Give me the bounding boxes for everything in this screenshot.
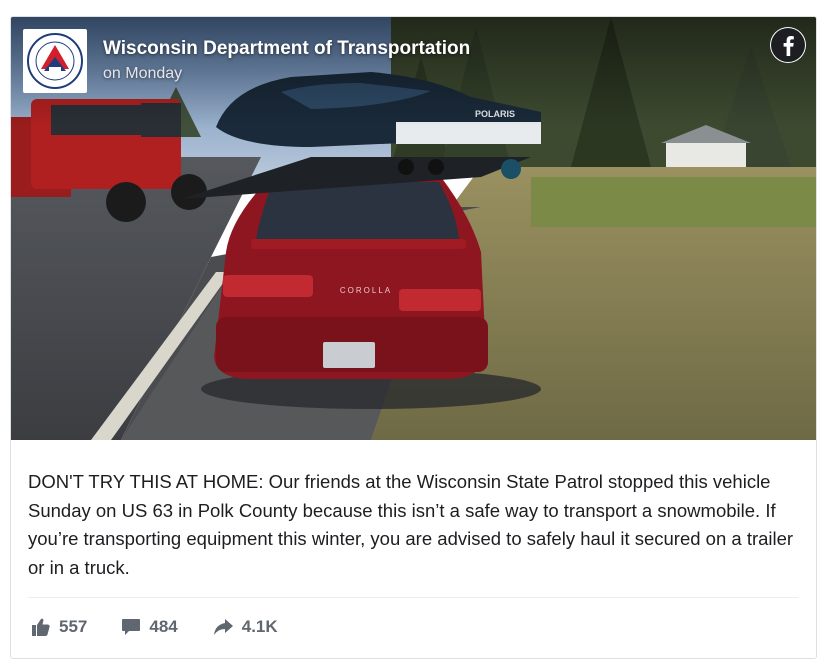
shares-count: 4.1K [241,617,278,636]
shares-count-button[interactable]: 4.1K [212,617,278,637]
wisdot-seal-logo [27,33,83,89]
facebook-logo-icon[interactable] [770,27,806,63]
car-badge-text: COROLLA [340,286,392,295]
post-timestamp[interactable]: on Monday [103,63,470,85]
likes-count: 557 [59,617,88,636]
engagement-bar: 557 484 4.1K [31,617,312,637]
likes-count-button[interactable]: 557 [31,617,87,637]
comments-count-button[interactable]: 484 [121,617,178,637]
page-avatar[interactable] [23,29,87,93]
post-photo[interactable]: COROLLA POLARIS [11,17,816,440]
thumbs-up-icon [32,618,50,636]
page-name[interactable]: Wisconsin Department of Transportation [103,37,470,61]
post-header: Wisconsin Department of Transportation o… [23,29,470,93]
comments-count: 484 [149,617,178,636]
facebook-post-card: COROLLA POLARIS [10,16,817,659]
comment-bubble-icon [122,619,141,635]
share-arrow-icon [213,619,233,635]
post-body-text: DON'T TRY THIS AT HOME: Our friends at t… [28,471,794,578]
divider [28,597,799,598]
